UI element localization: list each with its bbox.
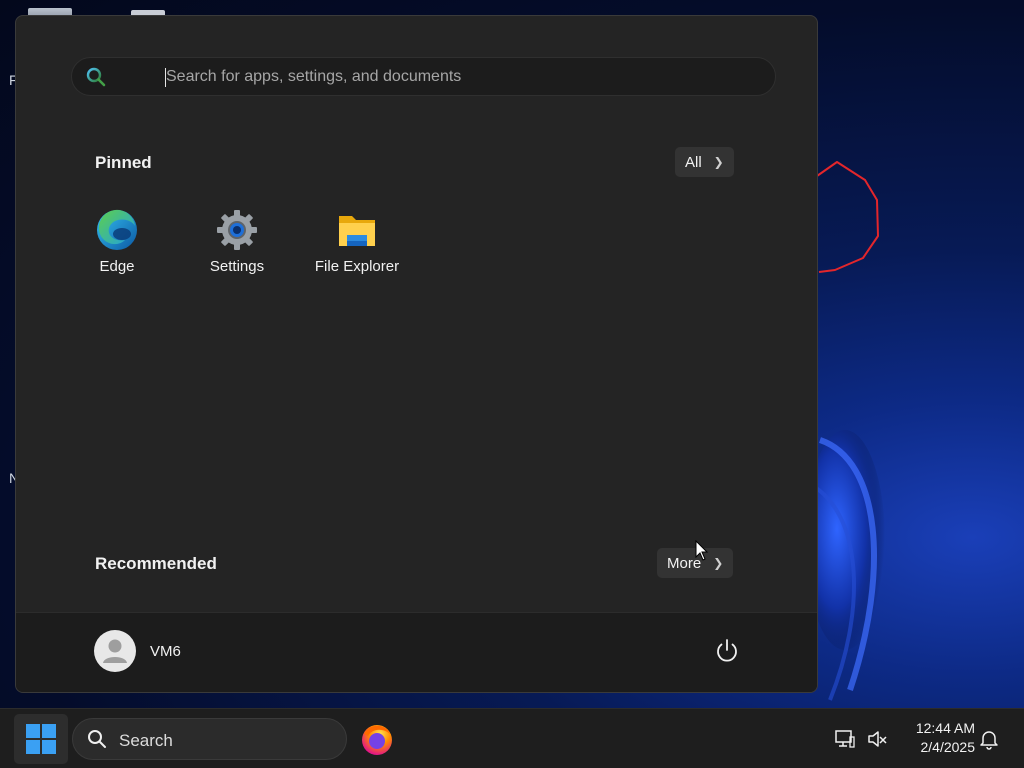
wallpaper-bloom-shape: [799, 430, 885, 701]
firefox-icon[interactable]: [360, 722, 394, 756]
start-search-box[interactable]: [71, 57, 776, 96]
search-icon: [88, 730, 106, 748]
start-menu-footer: VM6: [16, 612, 817, 692]
pinned-section-title: Pinned: [95, 153, 152, 172]
start-menu: Pinned All ❯ Edge: [15, 15, 818, 693]
clock-time: 12:44 AM: [915, 720, 975, 736]
avatar: [94, 630, 136, 672]
app-label: Settings: [209, 258, 265, 275]
red-annotation-scribble: [816, 161, 879, 273]
gear-icon: [217, 210, 257, 250]
recommended-section-title: Recommended: [95, 554, 217, 573]
all-apps-button[interactable]: All ❯: [675, 147, 734, 177]
app-label: File Explorer: [314, 258, 400, 275]
pinned-app-settings[interactable]: Settings: [182, 202, 292, 286]
chevron-right-icon: ❯: [713, 155, 724, 169]
chevron-right-icon: ❯: [713, 556, 724, 570]
volume-muted-icon[interactable]: [866, 728, 888, 750]
taskbar: Search 12:44 AM 2/4/2025: [0, 708, 1024, 768]
mouse-cursor-icon: [695, 540, 709, 561]
user-account-button[interactable]: VM6: [94, 629, 191, 673]
clock-date: 2/4/2025: [920, 739, 976, 755]
taskbar-search-box[interactable]: Search: [72, 718, 347, 760]
taskbar-search-label: Search: [119, 731, 173, 750]
search-icon: [86, 67, 106, 87]
notification-bell-icon[interactable]: [978, 728, 1000, 750]
user-name: VM6: [150, 642, 181, 660]
windows-logo-icon: [26, 724, 56, 754]
edge-icon: [97, 209, 137, 250]
pinned-app-edge[interactable]: Edge: [62, 202, 172, 286]
system-clock[interactable]: 12:44 AM 2/4/2025: [895, 719, 975, 757]
power-icon[interactable]: [711, 635, 743, 667]
start-search-input[interactable]: [166, 58, 766, 95]
folder-icon: [339, 216, 375, 246]
start-button[interactable]: [14, 714, 68, 764]
pinned-app-file-explorer[interactable]: File Explorer: [302, 202, 412, 286]
user-silhouette-icon: [103, 639, 127, 663]
all-apps-label: All: [685, 153, 702, 171]
app-label: Edge: [99, 258, 135, 275]
network-icon[interactable]: [834, 728, 856, 750]
